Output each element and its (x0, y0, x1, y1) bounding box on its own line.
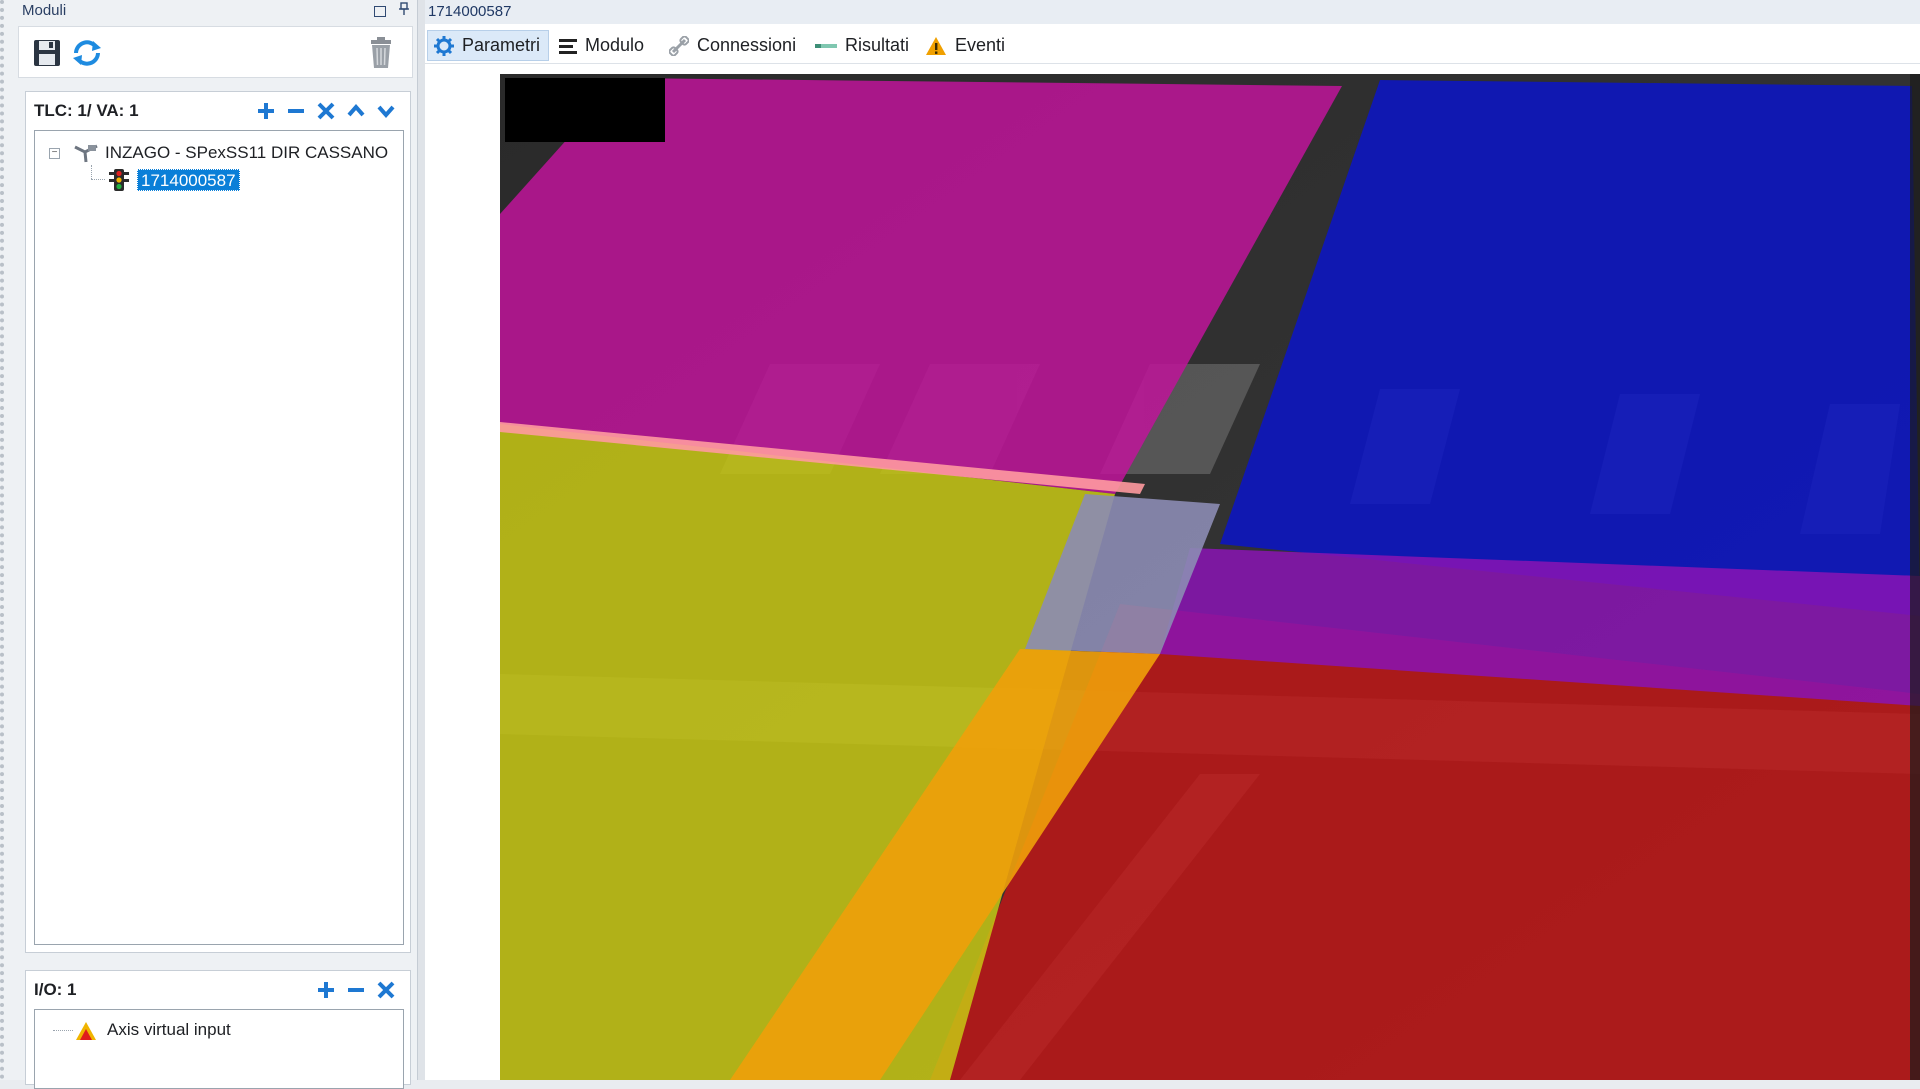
move-up-button[interactable] (344, 100, 368, 122)
detection-zones[interactable] (500, 74, 1920, 1080)
clear-button[interactable] (314, 100, 338, 122)
move-down-button[interactable] (374, 100, 398, 122)
tab-label: Parametri (462, 35, 541, 55)
minus-icon (348, 988, 364, 992)
warning-icon (925, 36, 947, 56)
camera-viewer (425, 66, 1920, 1080)
minus-icon (288, 109, 304, 113)
delete-button[interactable] (363, 35, 399, 71)
tab-label: Risultati (845, 35, 910, 55)
traffic-light-icon (107, 168, 131, 199)
trash-icon (371, 37, 391, 68)
tlc-tree: − INZAGO - SPexSS11 DIR CASSANO 17140005… (34, 130, 404, 945)
refresh-icon (73, 40, 101, 66)
io-header: I/O: 1 (34, 980, 77, 999)
tab-eventi[interactable]: Eventi (919, 30, 1011, 61)
chevron-up-icon (347, 103, 365, 117)
tree-item-inzago[interactable]: − INZAGO - SPexSS11 DIR CASSANO (49, 141, 399, 165)
collapse-icon[interactable]: − (49, 148, 60, 159)
tree-connector (53, 1030, 73, 1031)
tree-item-label: INZAGO - SPexSS11 DIR CASSANO (105, 143, 389, 162)
warning-icon (75, 1021, 97, 1048)
camera-image[interactable] (500, 74, 1920, 1080)
link-icon (669, 35, 689, 56)
tab-label: Connessioni (697, 35, 797, 55)
plus-icon (318, 982, 334, 998)
modules-panel: Moduli TLC: 1/ VA: 1 − INZAGO - SPexSS11… (0, 0, 417, 1089)
tree-item-1714000587[interactable]: 1714000587 (107, 168, 307, 192)
tab-strip: Parametri Modulo Connessioni Risultati E… (425, 26, 1920, 64)
panel-splitter[interactable] (417, 0, 425, 1080)
network-icon (73, 143, 99, 170)
io-tree: Axis virtual input (34, 1009, 404, 1089)
save-icon (34, 40, 60, 66)
panel-header-icons (374, 0, 410, 23)
io-add-button[interactable] (314, 979, 338, 1001)
pin-icon[interactable] (398, 1, 410, 19)
module-detail-panel: 1714000587 Parametri Modulo Connessioni … (425, 0, 1920, 1080)
save-button[interactable] (29, 35, 65, 71)
camera-info-overlay (505, 78, 665, 142)
io-item-axis-virtual-input[interactable]: Axis virtual input (75, 1018, 375, 1042)
modules-toolbar (18, 26, 413, 78)
tab-label: Eventi (955, 35, 1006, 55)
plus-icon (258, 103, 274, 119)
tab-risultati[interactable]: Risultati (809, 30, 915, 61)
io-remove-button[interactable] (344, 979, 368, 1001)
add-button[interactable] (254, 100, 278, 122)
tree-connector (91, 165, 92, 179)
chevron-down-icon (377, 105, 395, 119)
close-icon (317, 102, 335, 120)
gear-icon (434, 35, 454, 56)
remove-button[interactable] (284, 100, 308, 122)
document-title: 1714000587 (425, 0, 1920, 24)
lines-icon (559, 38, 577, 54)
results-icon (815, 41, 837, 51)
dock-icon[interactable] (374, 6, 387, 18)
tab-label: Modulo (585, 35, 645, 55)
io-item-label: Axis virtual input (107, 1020, 231, 1039)
tlc-section: TLC: 1/ VA: 1 − INZAGO - SPexSS11 DIR CA… (25, 91, 411, 953)
tab-connessioni[interactable]: Connessioni (663, 30, 802, 61)
tree-item-label-selected: 1714000587 (137, 169, 240, 191)
refresh-button[interactable] (69, 35, 105, 71)
close-icon (377, 981, 395, 999)
tab-parametri[interactable]: Parametri (427, 30, 549, 61)
io-clear-button[interactable] (374, 979, 398, 1001)
panel-title-text: Moduli (22, 2, 67, 19)
tree-connector (91, 179, 105, 180)
io-section: I/O: 1 Axis virtual input (25, 970, 411, 1089)
panel-title: Moduli (22, 0, 412, 22)
tab-modulo[interactable]: Modulo (553, 30, 650, 61)
